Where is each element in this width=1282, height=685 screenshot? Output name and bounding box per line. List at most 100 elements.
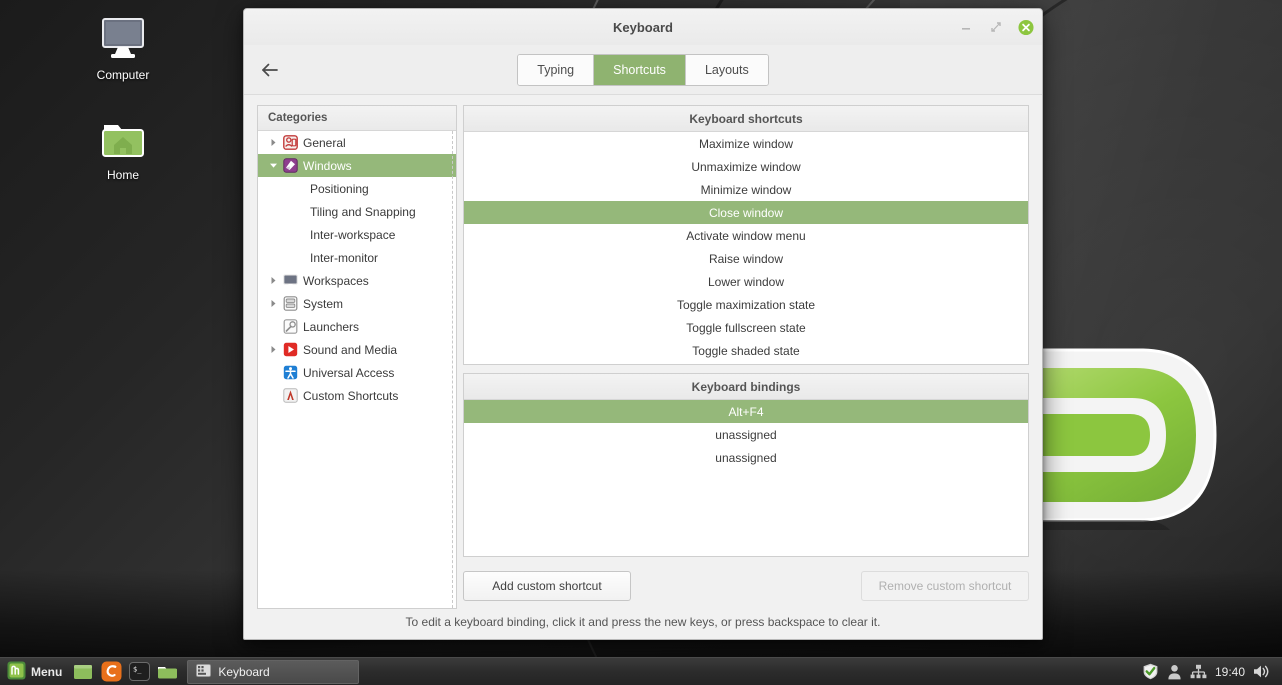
sidebar-item-general[interactable]: General <box>258 131 456 154</box>
workspaces-icon <box>282 273 298 289</box>
list-item[interactable]: Activate window menu <box>464 224 1028 247</box>
taskbar: Menu $_ Keyboard 19:40 <box>0 657 1282 685</box>
keyboard-settings-window[interactable]: Keyboard Typing Shortcuts Layouts Catego… <box>243 8 1043 640</box>
desktop-icon-home[interactable]: Home <box>68 112 178 182</box>
sidebar-item-tiling-and-snapping[interactable]: Tiling and Snapping <box>258 200 456 223</box>
list-item[interactable]: Raise window <box>464 247 1028 270</box>
sidebar-item-label: Launchers <box>303 319 360 334</box>
files-icon[interactable] <box>155 660 179 684</box>
window-content: Categories General Windows Positioning T… <box>244 95 1042 609</box>
window-titlebar[interactable]: Keyboard <box>244 9 1042 45</box>
keyboard-shortcuts-header: Keyboard shortcuts <box>464 106 1028 132</box>
tab-typing[interactable]: Typing <box>518 54 595 85</box>
chevron-right-icon[interactable] <box>266 297 280 311</box>
window-toolbar: Typing Shortcuts Layouts <box>244 45 1042 95</box>
sidebar-item-windows[interactable]: Windows <box>258 154 456 177</box>
general-icon <box>282 135 298 151</box>
user-icon[interactable] <box>1167 664 1182 680</box>
close-icon[interactable] <box>1018 19 1034 35</box>
monitor-icon <box>68 12 178 66</box>
sidebar-scrollbar[interactable] <box>452 131 456 608</box>
list-item-selected[interactable]: Alt+F4 <box>464 400 1028 423</box>
sidebar-item-universal-access[interactable]: Universal Access <box>258 361 456 384</box>
svg-text:$_: $_ <box>133 666 142 674</box>
chevron-right-icon[interactable] <box>266 136 280 150</box>
mint-logo-wallpaper <box>1020 348 1217 530</box>
sound-media-icon <box>282 342 298 358</box>
sidebar-item-label: Positioning <box>310 181 369 196</box>
categories-list[interactable]: General Windows Positioning Tiling and S… <box>258 131 456 608</box>
list-item[interactable]: Maximize window <box>464 132 1028 155</box>
list-item[interactable]: Unmaximize window <box>464 155 1028 178</box>
expander-placeholder <box>266 320 280 334</box>
sidebar-item-workspaces[interactable]: Workspaces <box>258 269 456 292</box>
sidebar-item-label: System <box>303 296 344 311</box>
sidebar-item-label: Inter-monitor <box>310 250 379 265</box>
network-icon[interactable] <box>1190 664 1207 680</box>
view-tabs: Typing Shortcuts Layouts <box>517 53 769 86</box>
system-icon <box>282 296 298 312</box>
window-controls <box>958 9 1034 45</box>
keyboard-shortcuts-list[interactable]: Maximize window Unmaximize window Minimi… <box>464 132 1028 364</box>
sidebar-item-label: Sound and Media <box>303 342 398 357</box>
taskbar-task-keyboard[interactable]: Keyboard <box>187 659 360 684</box>
list-item[interactable]: unassigned <box>464 423 1028 446</box>
keyboard-bindings-header: Keyboard bindings <box>464 374 1028 400</box>
back-arrow-icon[interactable] <box>258 58 282 82</box>
chevron-down-icon[interactable] <box>266 159 280 173</box>
show-desktop-icon[interactable] <box>71 660 95 684</box>
update-shield-icon[interactable] <box>1142 663 1159 680</box>
clock[interactable]: 19:40 <box>1215 665 1245 679</box>
sidebar-item-system[interactable]: System <box>258 292 456 315</box>
chevron-right-icon[interactable] <box>266 274 280 288</box>
sidebar-item-label: Tiling and Snapping <box>310 204 416 219</box>
sidebar-item-positioning[interactable]: Positioning <box>258 177 456 200</box>
volume-icon[interactable] <box>1253 664 1270 679</box>
keyboard-icon <box>196 663 212 680</box>
list-item-selected[interactable]: Close window <box>464 201 1028 224</box>
minimize-icon[interactable] <box>958 19 974 35</box>
mint-menu-icon <box>7 661 26 683</box>
desktop-icon-label: Computer <box>96 68 150 82</box>
sidebar-item-label: Universal Access <box>303 365 395 380</box>
shortcuts-column: Keyboard shortcuts Maximize window Unmax… <box>463 105 1029 609</box>
chevron-right-icon[interactable] <box>266 343 280 357</box>
keyboard-bindings-list[interactable]: Alt+F4 unassigned unassigned <box>464 400 1028 556</box>
sidebar-item-launchers[interactable]: Launchers <box>258 315 456 338</box>
shortcut-actions: Add custom shortcut Remove custom shortc… <box>463 565 1029 609</box>
system-tray: 19:40 <box>1142 663 1278 680</box>
expander-placeholder <box>266 389 280 403</box>
sidebar-item-sound-and-media[interactable]: Sound and Media <box>258 338 456 361</box>
list-item[interactable]: Toggle fullscreen state <box>464 316 1028 339</box>
sidebar-item-custom-shortcuts[interactable]: Custom Shortcuts <box>258 384 456 407</box>
sidebar-item-label: Workspaces <box>303 273 369 288</box>
menu-button[interactable]: Menu <box>4 660 69 684</box>
list-item[interactable]: Toggle maximization state <box>464 293 1028 316</box>
tab-shortcuts[interactable]: Shortcuts <box>594 54 686 85</box>
categories-header: Categories <box>258 106 456 131</box>
firefox-icon[interactable] <box>99 660 123 684</box>
terminal-icon[interactable]: $_ <box>127 660 151 684</box>
sidebar-item-inter-workspace[interactable]: Inter-workspace <box>258 223 456 246</box>
list-item[interactable]: Toggle shaded state <box>464 339 1028 362</box>
list-item[interactable]: Lower window <box>464 270 1028 293</box>
desktop-icon-computer[interactable]: Computer <box>68 12 178 82</box>
sidebar-item-label: Custom Shortcuts <box>303 388 399 403</box>
window-title: Keyboard <box>613 19 673 35</box>
universal-access-icon <box>282 365 298 381</box>
window-list: Keyboard <box>187 659 360 684</box>
add-custom-shortcut-button[interactable]: Add custom shortcut <box>463 571 631 601</box>
sidebar-item-label: Windows <box>303 158 352 173</box>
sidebar-item-inter-monitor[interactable]: Inter-monitor <box>258 246 456 269</box>
expander-placeholder <box>266 366 280 380</box>
maximize-icon[interactable] <box>988 19 1004 35</box>
tab-layouts[interactable]: Layouts <box>685 54 768 85</box>
remove-custom-shortcut-button: Remove custom shortcut <box>861 571 1029 601</box>
custom-shortcuts-icon <box>282 388 298 404</box>
home-folder-icon <box>68 112 178 166</box>
menu-label: Menu <box>31 664 63 679</box>
windows-icon <box>282 158 298 174</box>
list-item[interactable]: unassigned <box>464 446 1028 469</box>
categories-panel: Categories General Windows Positioning T… <box>257 105 457 609</box>
list-item[interactable]: Minimize window <box>464 178 1028 201</box>
